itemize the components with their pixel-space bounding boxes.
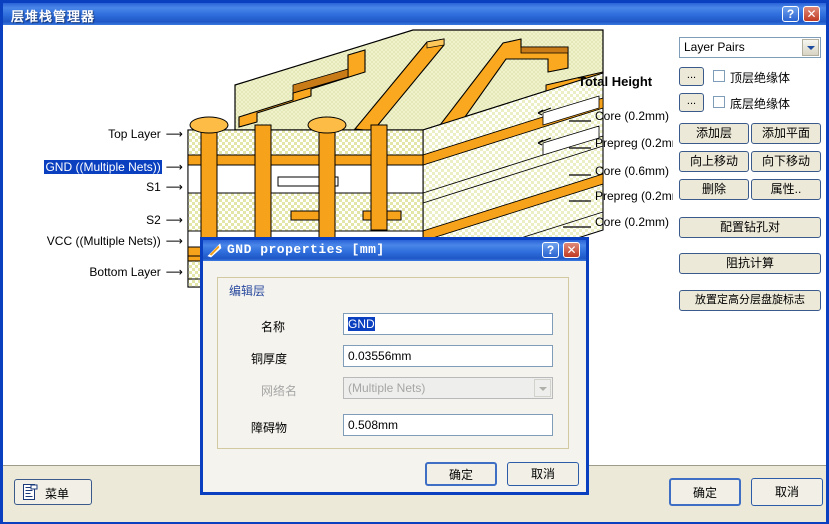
layer-stack-manager-window: 层堆栈管理器 ? ✕ Top Layer ⟶ GND ((Multiple Ne… — [0, 0, 829, 524]
dielectric-label-0: Core (0.2mm) — [595, 109, 670, 123]
arrow-right-icon: ⟶ — [165, 265, 183, 279]
window-client-area: Top Layer ⟶ GND ((Multiple Nets)) ⟶ S1 ⟶ S2 ⟶ VC… — [3, 25, 826, 522]
dialog-ok-button[interactable]: 确定 — [425, 462, 497, 486]
copper-thickness-field[interactable]: 0.03556mm — [343, 345, 553, 367]
layer-label-text: Top Layer — [108, 127, 161, 141]
net-name-chevron-down-icon — [534, 379, 551, 397]
chevron-down-icon[interactable] — [802, 39, 819, 56]
cancel-button[interactable]: 取消 — [751, 478, 823, 506]
add-plane-button[interactable]: 添加平面 — [751, 123, 821, 144]
layer-label-text: S1 — [146, 180, 161, 194]
top-dielectric-browse-button[interactable]: ... — [679, 67, 704, 86]
properties-button[interactable]: 属性.. — [751, 179, 821, 200]
move-down-button[interactable]: 向下移动 — [751, 151, 821, 172]
layer-label-0[interactable]: Top Layer ⟶ — [107, 127, 183, 141]
arrow-right-icon: ⟶ — [165, 213, 183, 227]
layer-label-text: VCC ((Multiple Nets)) — [46, 234, 161, 248]
copper-thickness-field-value: 0.03556mm — [348, 349, 412, 363]
window-title-bar: 层堆栈管理器 ? ✕ — [3, 3, 826, 25]
layer-label-text: S2 — [146, 213, 161, 227]
menu-button-label: 菜单 — [45, 487, 70, 501]
net-name-field-value: (Multiple Nets) — [348, 381, 426, 395]
window-title: 层堆栈管理器 — [11, 9, 96, 24]
layer-label-5[interactable]: Bottom Layer ⟶ — [88, 265, 183, 279]
obstacle-field-label: 障碍物 — [251, 421, 288, 435]
dielectric-label-4: Core (0.2mm) — [595, 215, 670, 229]
dialog-title-bar: GND properties [mm] ? ✕ — [203, 240, 586, 261]
net-name-field-label: 网络名 — [261, 384, 298, 398]
layer-label-text: GND ((Multiple Nets)) — [44, 160, 162, 174]
add-layer-button[interactable]: 添加层 — [679, 123, 749, 144]
obstacle-field[interactable]: 0.508mm — [343, 414, 553, 436]
impedance-calculation-button[interactable]: 阻抗计算 — [679, 253, 821, 274]
menu-button[interactable]: 菜单 — [14, 479, 92, 505]
net-name-field: (Multiple Nets) — [343, 377, 553, 399]
arrow-right-icon: ⟶ — [165, 234, 183, 248]
dialog-help-button[interactable]: ? — [542, 242, 559, 258]
bottom-dielectric-label: 底层绝缘体 — [730, 97, 791, 111]
layer-label-text: Bottom Layer — [89, 265, 161, 279]
arrow-right-icon: ⟶ — [165, 180, 183, 194]
edit-layer-groupbox-title: 编辑层 — [225, 282, 270, 299]
move-up-button[interactable]: 向上移动 — [679, 151, 749, 172]
place-height-marker-button[interactable]: 放置定高分层盘旋标志 — [679, 290, 821, 311]
name-field-label: 名称 — [261, 320, 286, 334]
bottom-dielectric-browse-button[interactable]: ... — [679, 93, 704, 112]
layer-label-2[interactable]: S1 ⟶ — [145, 180, 183, 194]
arrow-right-icon: ⟶ — [165, 127, 183, 141]
side-panel: Layer Pairs ... 顶层绝缘体 ... 底层绝缘体 添加层 添加平面… — [673, 25, 826, 465]
name-field[interactable]: GND — [343, 313, 553, 335]
layer-label-1[interactable]: GND ((Multiple Nets)) ⟶ — [44, 160, 183, 174]
gnd-properties-dialog: GND properties [mm] ? ✕ 编辑层 名称 GND 铜厚度 0… — [200, 237, 589, 495]
help-button[interactable]: ? — [782, 6, 799, 22]
dielectric-label-2: Core (0.6mm) — [595, 164, 670, 178]
layer-pairs-value: Layer Pairs — [684, 40, 745, 54]
menu-icon — [23, 484, 38, 500]
layer-pairs-dropdown[interactable]: Layer Pairs — [679, 37, 821, 58]
ok-button[interactable]: 确定 — [669, 478, 741, 506]
name-field-value: GND — [348, 317, 375, 331]
total-height-label: Total Height — [578, 74, 653, 89]
layer-label-3[interactable]: S2 ⟶ — [145, 213, 183, 227]
dialog-body: 编辑层 名称 GND 铜厚度 0.03556mm 网络名 (Multiple N… — [203, 261, 586, 492]
close-icon[interactable]: ✕ — [803, 6, 820, 22]
dialog-title: GND properties [mm] — [227, 242, 385, 257]
layer-icon — [207, 243, 222, 258]
layer-label-4[interactable]: VCC ((Multiple Nets)) ⟶ — [46, 234, 183, 248]
dialog-close-icon[interactable]: ✕ — [563, 242, 580, 258]
copper-thickness-field-label: 铜厚度 — [251, 352, 288, 366]
delete-button[interactable]: 删除 — [679, 179, 749, 200]
configure-drill-pairs-button[interactable]: 配置钻孔对 — [679, 217, 821, 238]
top-dielectric-checkbox[interactable] — [713, 70, 725, 82]
arrow-right-icon: ⟶ — [165, 160, 183, 174]
bottom-dielectric-checkbox[interactable] — [713, 96, 725, 108]
top-dielectric-label: 顶层绝缘体 — [730, 71, 791, 85]
obstacle-field-value: 0.508mm — [348, 418, 399, 432]
dialog-cancel-button[interactable]: 取消 — [507, 462, 579, 486]
